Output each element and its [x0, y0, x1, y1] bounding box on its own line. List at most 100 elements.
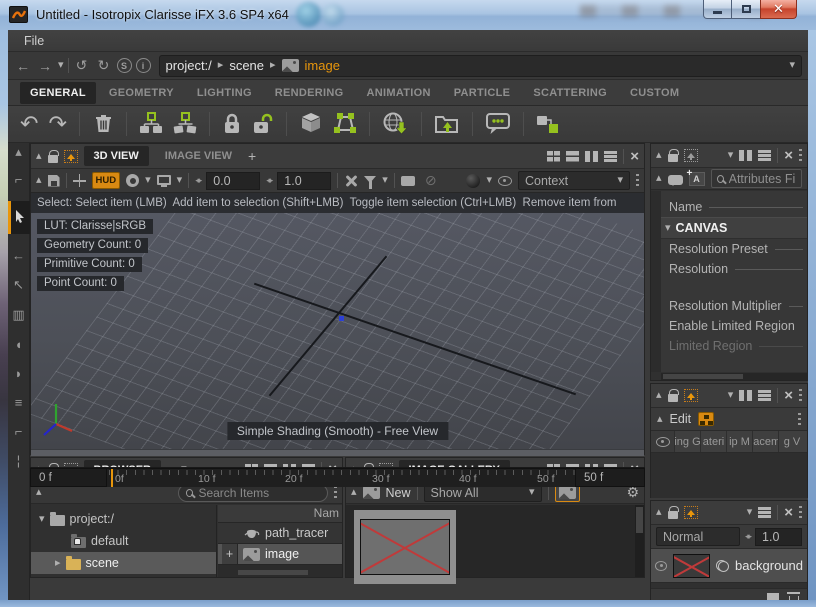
collapse-panel-icon[interactable] — [656, 390, 662, 401]
tab-particle[interactable]: PARTICLE — [444, 82, 521, 104]
tab-general[interactable]: GENERAL — [20, 82, 96, 104]
attribute-section-canvas[interactable]: CANVAS — [661, 217, 807, 239]
breadcrumb-parent[interactable]: scene — [229, 58, 264, 73]
exposure-field[interactable]: 0.0 — [206, 172, 260, 190]
blend-mode-select[interactable]: Normal — [656, 527, 740, 546]
breadcrumb-current[interactable]: image — [305, 58, 340, 73]
list-header-name[interactable]: Nam — [218, 505, 342, 523]
gamma-field[interactable]: 1.0 — [277, 172, 331, 190]
export-context-icon[interactable] — [434, 112, 460, 137]
nav-history-dropdown-icon[interactable] — [58, 60, 64, 71]
viewport-3d[interactable]: Select: Select item (LMB) Add item to se… — [31, 193, 644, 456]
timeline-start-field[interactable]: 0 f — [30, 468, 107, 487]
unlock-icon[interactable] — [252, 112, 274, 137]
panel-menu-icon[interactable] — [799, 506, 802, 519]
geometry-cube-icon[interactable] — [299, 112, 323, 137]
list-item-image[interactable]: + image — [218, 544, 342, 565]
attributes-filter-field[interactable] — [711, 169, 802, 188]
shading-dropdown-icon[interactable] — [486, 175, 492, 186]
tab-lighting[interactable]: LIGHTING — [187, 82, 262, 104]
search-input[interactable] — [198, 486, 320, 500]
collapse-section-icon[interactable] — [665, 223, 671, 234]
color-dropdown-icon[interactable] — [145, 175, 151, 186]
breadcrumb-dropdown-icon[interactable] — [789, 60, 795, 71]
select-tool-icon[interactable] — [8, 201, 30, 234]
export-panel-icon[interactable] — [684, 389, 698, 402]
scale-tool-icon[interactable]: ▥ — [8, 307, 30, 323]
rotate-tool-icon[interactable]: ↖ — [8, 277, 30, 293]
minimize-button[interactable] — [703, 0, 732, 19]
tab-geometry[interactable]: GEOMETRY — [99, 82, 184, 104]
lock-panel-icon[interactable] — [668, 394, 678, 402]
tab-animation[interactable]: ANIMATION — [357, 82, 441, 104]
curve-tool-icon[interactable]: ⌐ — [8, 172, 30, 187]
viewport-menu-icon[interactable] — [636, 174, 639, 187]
gallery-thumbnail-selected[interactable] — [354, 510, 456, 584]
delete-layer-icon[interactable] — [789, 596, 799, 601]
item-list-icon[interactable]: ≡ — [8, 395, 30, 410]
create-context-icon[interactable] — [139, 112, 163, 137]
collapse-search-icon[interactable] — [656, 173, 662, 184]
color-management-icon[interactable] — [126, 174, 139, 187]
expand-icon[interactable] — [55, 558, 61, 569]
attribute-row-name[interactable]: Name — [661, 197, 807, 217]
opacity-spinner-icon[interactable]: ◂▸ — [745, 531, 750, 542]
visibility-column[interactable] — [651, 431, 675, 452]
attributes-filter-input[interactable] — [729, 172, 796, 186]
breadcrumb[interactable]: project:/ scene image — [159, 55, 802, 77]
translate-tool-icon[interactable]: ← — [8, 248, 30, 263]
layout-columns-icon[interactable] — [585, 151, 598, 162]
comment-icon[interactable] — [485, 112, 511, 137]
layer-row-background[interactable]: background — [651, 549, 807, 583]
undo-icon[interactable]: ↶ — [20, 113, 38, 135]
lock-panel-icon[interactable] — [668, 511, 678, 519]
list-item-path-tracer[interactable]: path_tracer — [218, 523, 342, 544]
collapse-search-icon[interactable] — [36, 487, 42, 498]
tree-item-default[interactable]: default — [31, 530, 216, 552]
filter-icon[interactable] — [364, 176, 376, 183]
tree-item-project[interactable]: project:/ — [31, 508, 216, 530]
new-layer-icon[interactable] — [767, 593, 779, 600]
tab-3d-view[interactable]: 3D VIEW — [84, 146, 149, 166]
breadcrumb-root[interactable]: project:/ — [166, 58, 212, 73]
export-panel-icon[interactable] — [64, 150, 78, 163]
panel-menu-icon[interactable] — [799, 389, 802, 402]
attribute-row-resolution-preset[interactable]: Resolution Preset — [661, 239, 807, 259]
snap-tool-icon[interactable]: ⌐ — [8, 424, 30, 439]
snapshot-icon[interactable]: S — [117, 58, 132, 73]
transform-handles-icon[interactable] — [333, 112, 357, 137]
layout-columns-icon[interactable] — [739, 150, 752, 161]
viewport-scroll-strip[interactable] — [31, 449, 644, 456]
nav-forward-icon[interactable]: → — [36, 58, 54, 74]
maximize-button[interactable] — [732, 0, 760, 19]
add-view-tab[interactable]: + — [248, 148, 256, 164]
tree-item-scene[interactable]: scene — [31, 552, 216, 574]
attribute-row-enable-limited-region[interactable]: Enable Limited Region — [661, 316, 807, 336]
collapse-toolbar-icon[interactable] — [351, 487, 357, 498]
column-clip-map[interactable]: ip M — [727, 431, 753, 452]
hud-toggle[interactable]: HUD — [92, 172, 121, 189]
lock-panel-icon[interactable] — [668, 154, 678, 162]
search-menu-icon[interactable] — [334, 486, 337, 499]
exposure-spinner-icon[interactable]: ◂▸ — [195, 175, 200, 186]
export-panel-icon[interactable] — [684, 506, 698, 519]
attribute-row-resolution[interactable]: Resolution — [661, 259, 807, 279]
collapse-edit-icon[interactable] — [657, 414, 663, 425]
info-icon[interactable]: i — [136, 58, 151, 73]
expand-cell[interactable]: + — [222, 544, 238, 564]
node-link-icon[interactable] — [536, 112, 560, 137]
save-view-icon[interactable] — [48, 175, 60, 187]
layout-stack-icon[interactable] — [758, 507, 771, 518]
lasso-tool-icon[interactable]: ◗ — [8, 366, 30, 381]
paint-tool-icon[interactable]: ◖ — [8, 337, 30, 352]
attribute-row-resolution-multiplier[interactable]: Resolution Multiplier — [661, 296, 807, 316]
column-shading-variables[interactable]: g V — [779, 431, 805, 452]
tab-scattering[interactable]: SCATTERING — [523, 82, 617, 104]
nav-back-icon[interactable]: ← — [14, 58, 32, 74]
measure-tool-icon[interactable]: ¦ — [8, 453, 30, 468]
layout-rows-icon[interactable] — [566, 151, 579, 162]
tab-rendering[interactable]: RENDERING — [265, 82, 354, 104]
layout-columns-icon[interactable] — [739, 390, 752, 401]
import-reference-icon[interactable] — [382, 111, 409, 138]
column-materials[interactable]: ateri — [701, 431, 727, 452]
